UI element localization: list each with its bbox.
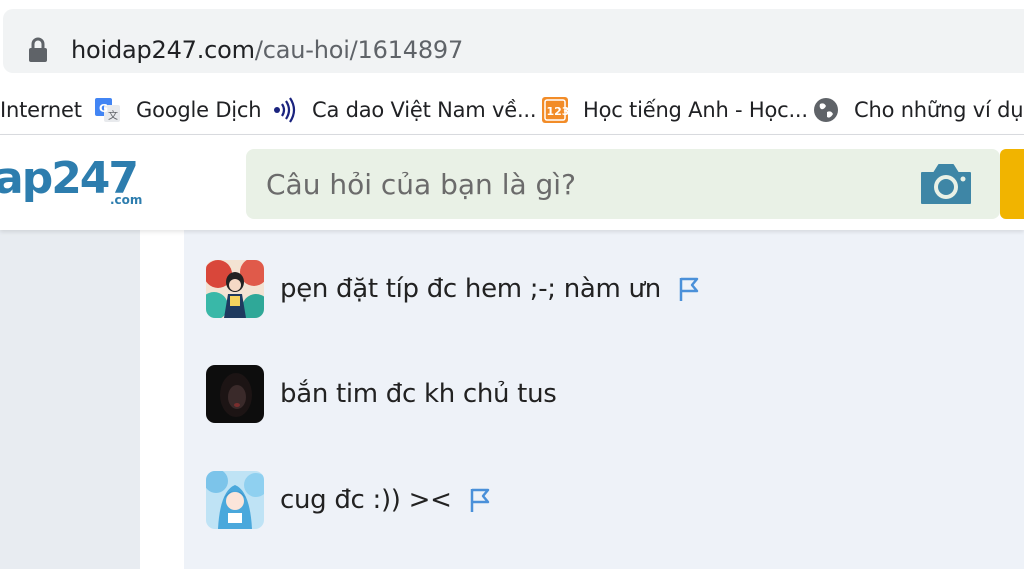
bookmark-label: Ca dao Việt Nam về... xyxy=(312,98,537,122)
bookmark-label: Internet xyxy=(0,98,82,122)
url-path: /cau-hoi/1614897 xyxy=(254,36,464,64)
bookmark-label: Học tiếng Anh - Học... xyxy=(583,98,808,122)
google-translate-icon: G 文 xyxy=(94,96,122,124)
flag-icon[interactable] xyxy=(677,275,701,303)
address-bar[interactable]: hoidap247.com/cau-hoi/1614897 xyxy=(3,9,1024,73)
search-button[interactable] xyxy=(1000,149,1024,219)
svg-text:G: G xyxy=(99,102,108,115)
avatar[interactable] xyxy=(206,365,264,423)
svg-text:文: 文 xyxy=(108,109,118,122)
bookmarks-bar: Internet G 文 Google Dịch Ca dao Việt Nam… xyxy=(0,84,1024,135)
globe-icon xyxy=(812,96,840,124)
audio-wave-icon xyxy=(270,96,298,124)
bookmark-google-dich[interactable]: G 文 Google Dịch xyxy=(94,96,262,124)
site-header: ap247 .com xyxy=(0,135,1024,230)
comment-item: bắn tim đc kh chủ tus xyxy=(206,364,557,424)
search-box xyxy=(246,149,1000,219)
left-sidebar xyxy=(0,230,140,569)
site-logo-sub: .com xyxy=(110,193,143,207)
content-gutter xyxy=(140,230,184,569)
comment-item: cug đc :)) >< xyxy=(206,470,492,530)
url-text[interactable]: hoidap247.com/cau-hoi/1614897 xyxy=(71,35,463,65)
bookmark-cho-nhung[interactable]: Cho những ví dụ r xyxy=(812,96,1024,124)
flag-icon[interactable] xyxy=(468,486,492,514)
bookmark-ca-dao[interactable]: Ca dao Việt Nam về... xyxy=(270,96,537,124)
avatar[interactable] xyxy=(206,471,264,529)
bookmark-hoc-tieng-anh[interactable]: 123 Học tiếng Anh - Học... xyxy=(541,96,808,124)
search-input[interactable] xyxy=(264,163,888,205)
comment-text: pẹn đặt típ đc hem ;-; nàm ưn xyxy=(280,274,661,304)
avatar[interactable] xyxy=(206,260,264,318)
svg-text:123: 123 xyxy=(547,105,570,118)
123-icon: 123 xyxy=(541,96,569,124)
comment-item: pẹn đặt típ đc hem ;-; nàm ưn xyxy=(206,259,701,319)
bookmark-label: Google Dịch xyxy=(136,98,262,122)
comment-text: cug đc :)) >< xyxy=(280,485,452,515)
lock-icon xyxy=(29,37,47,62)
url-domain: hoidap247.com xyxy=(71,36,255,64)
bookmark-label: Cho những ví dụ r xyxy=(854,98,1024,122)
comment-text: bắn tim đc kh chủ tus xyxy=(280,379,557,409)
camera-icon[interactable] xyxy=(918,161,974,207)
browser-toolbar: hoidap247.com/cau-hoi/1614897 xyxy=(0,0,1024,84)
bookmark-internet[interactable]: Internet xyxy=(0,96,82,124)
